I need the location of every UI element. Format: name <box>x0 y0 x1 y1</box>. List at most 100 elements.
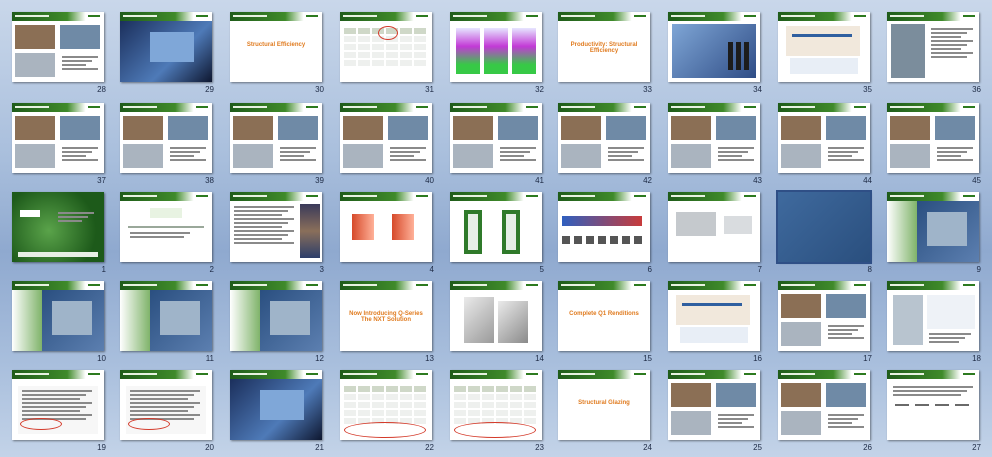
slide-header-title <box>233 284 267 286</box>
slide-thumbnail-6[interactable] <box>558 192 650 262</box>
slide-header-title <box>15 284 49 286</box>
slide-number: 44 <box>863 176 872 185</box>
slide-thumbnail-37[interactable] <box>12 103 104 173</box>
slide-thumbnail-16[interactable] <box>668 281 760 351</box>
highlight-oval <box>128 418 170 430</box>
slide-thumbnail-3[interactable] <box>230 192 322 262</box>
slide-thumbnail-29[interactable] <box>120 12 212 82</box>
slide-header <box>668 12 760 21</box>
slide-thumbnail-45[interactable] <box>887 103 979 173</box>
slide-image <box>15 53 55 77</box>
slide-thumbnail-24[interactable]: Structural Glazing <box>558 370 650 440</box>
slide-thumbnail-23[interactable] <box>450 370 542 440</box>
slide-thumbnail-15[interactable]: Complete Q1 Renditions <box>558 281 650 351</box>
slide-header-title <box>123 106 157 108</box>
slide-thumbnail-42[interactable] <box>558 103 650 173</box>
text-line <box>62 68 98 70</box>
slide-image <box>60 116 100 140</box>
slide-image <box>524 402 536 408</box>
text-line <box>893 394 961 396</box>
slide-thumbnail-4[interactable] <box>340 192 432 262</box>
text-line <box>931 56 967 58</box>
slide-thumbnail-10[interactable] <box>12 281 104 351</box>
slide-thumbnail-19[interactable] <box>12 370 104 440</box>
text-line <box>280 159 316 161</box>
text-line <box>130 394 194 396</box>
slide-thumbnail-11[interactable] <box>120 281 212 351</box>
slide-image <box>671 144 711 168</box>
slide-image <box>781 116 821 140</box>
slide-thumbnail-44[interactable] <box>778 103 870 173</box>
slide-image <box>344 28 356 34</box>
slide-thumbnail-22[interactable] <box>340 370 432 440</box>
slide-thumbnail-1[interactable] <box>12 192 104 262</box>
slide-number: 40 <box>425 176 434 185</box>
slide-thumbnail-21[interactable] <box>230 370 322 440</box>
slide-number: 26 <box>863 443 872 452</box>
slide-header-title <box>453 284 487 286</box>
slide-image <box>358 52 370 58</box>
slide-image <box>468 386 480 392</box>
slide-thumbnail-40[interactable] <box>340 103 432 173</box>
text-line <box>500 147 536 149</box>
slide-thumbnail-27[interactable] <box>887 370 979 440</box>
slide-image <box>915 404 929 406</box>
company-logo <box>961 13 977 19</box>
slide-thumbnail-14[interactable] <box>450 281 542 351</box>
text-line <box>58 220 82 222</box>
slide-thumbnail-34[interactable] <box>668 12 760 82</box>
slide-image <box>786 26 860 56</box>
slide-header-title <box>123 15 157 17</box>
company-logo <box>414 13 430 19</box>
slide-thumbnail-8[interactable] <box>776 190 872 264</box>
slide-image <box>468 214 478 250</box>
slide-thumbnail-20[interactable] <box>120 370 212 440</box>
slide-thumbnail-28[interactable] <box>12 12 104 82</box>
slide-header-title <box>343 373 377 375</box>
slide-header-title <box>890 284 924 286</box>
slide-thumbnail-7[interactable] <box>668 192 760 262</box>
slide-thumbnail-43[interactable] <box>668 103 760 173</box>
slide-thumbnail-32[interactable] <box>450 12 542 82</box>
slide-thumbnail-26[interactable] <box>778 370 870 440</box>
slide-thumbnail-25[interactable] <box>668 370 760 440</box>
slide-image <box>524 410 536 416</box>
slide-image <box>278 116 318 140</box>
slide-thumbnail-35[interactable] <box>778 12 870 82</box>
slide-thumbnail-12[interactable] <box>230 281 322 351</box>
slide-image <box>344 394 356 400</box>
slide-number: 3 <box>319 265 324 274</box>
slide-thumbnail-36[interactable] <box>887 12 979 82</box>
slide-number: 13 <box>425 354 434 363</box>
company-logo <box>414 193 430 199</box>
text-line <box>929 341 959 343</box>
slide-image <box>386 394 398 400</box>
slide-image <box>826 383 866 407</box>
slide-image <box>454 418 466 424</box>
slide-image <box>372 410 384 416</box>
text-line <box>718 155 742 157</box>
slide-thumbnail-9[interactable] <box>887 192 979 262</box>
highlight-oval <box>20 418 62 430</box>
slide-image <box>744 42 749 70</box>
slide-header-title <box>561 284 595 286</box>
slide-thumbnail-39[interactable] <box>230 103 322 173</box>
slide-thumbnail-17[interactable] <box>778 281 870 351</box>
slide-image <box>123 116 163 140</box>
company-logo <box>194 13 210 19</box>
slide-image <box>168 116 208 140</box>
slide-thumbnail-31[interactable] <box>340 12 432 82</box>
slide-thumbnail-38[interactable] <box>120 103 212 173</box>
slide-thumbnail-30[interactable]: Structural Efficiency <box>230 12 322 82</box>
slide-thumbnail-13[interactable]: Now Introducing Q-Series The NXT Solutio… <box>340 281 432 351</box>
company-logo <box>961 371 977 377</box>
company-logo <box>852 282 868 288</box>
slide-thumbnail-41[interactable] <box>450 103 542 173</box>
slide-image <box>561 144 601 168</box>
text-line <box>937 147 973 149</box>
slide-thumbnail-33[interactable]: Productivity: Structural Efficiency <box>558 12 650 82</box>
slide-number: 24 <box>643 443 652 452</box>
slide-thumbnail-5[interactable] <box>450 192 542 262</box>
slide-thumbnail-2[interactable] <box>120 192 212 262</box>
slide-thumbnail-18[interactable] <box>887 281 979 351</box>
